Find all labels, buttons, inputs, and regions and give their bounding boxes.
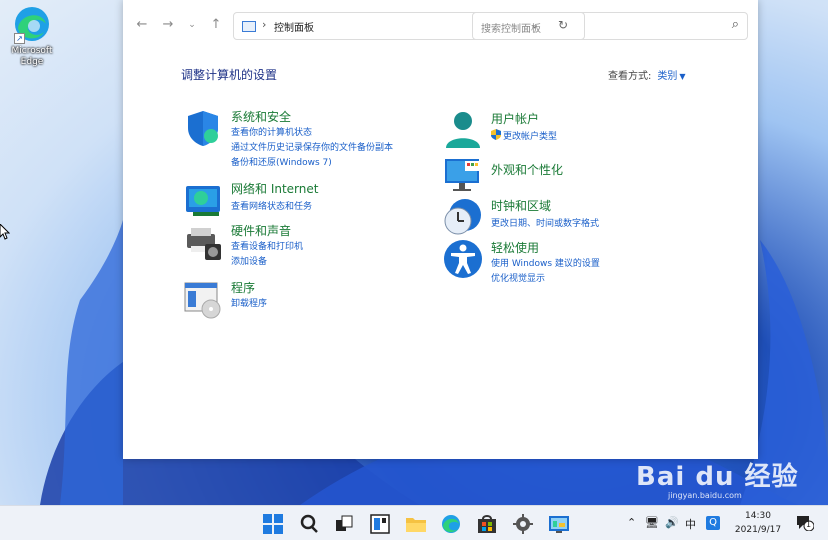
baidu-watermark-url: jingyan.baidu.com (668, 491, 742, 500)
category-system-security: 系统和安全 查看你的计算机状态 通过文件历史记录保存你的文件备份副本 备份和还原… (183, 108, 433, 168)
link-backup-restore[interactable]: 备份和还原(Windows 7) (231, 155, 332, 168)
search-placeholder: 搜索控制面板 (481, 24, 541, 35)
category-title[interactable]: 程序 (231, 279, 255, 296)
task-view-icon[interactable] (333, 513, 355, 535)
control-panel-taskbar-icon[interactable] (548, 513, 570, 535)
mouse-cursor-icon (0, 224, 10, 240)
clock-date: 2021/9/17 (734, 525, 782, 535)
tray-volume-icon[interactable]: 🔊 (665, 516, 679, 529)
link-uninstall[interactable]: 卸载程序 (231, 296, 267, 309)
view-by-value[interactable]: 类别 (657, 71, 677, 82)
category-title[interactable]: 系统和安全 (231, 108, 291, 125)
shield-icon (188, 111, 218, 146)
toolbar: ← → ⌄ ↑ › 控制面板 ⌄ ↻ 搜索控制面板 ⌕ (123, 0, 758, 52)
edge-taskbar-icon[interactable] (440, 513, 462, 535)
category-user-accounts: 用户帐户 更改帐户类型 (443, 110, 693, 150)
link-network-status[interactable]: 查看网络状态和任务 (231, 199, 312, 212)
search-input[interactable]: 搜索控制面板 ⌕ (472, 12, 748, 40)
clock-globe-icon (444, 199, 481, 235)
notification-icon[interactable]: 1 (796, 515, 815, 532)
file-explorer-icon[interactable] (405, 513, 427, 535)
up-button[interactable]: ↑ (207, 16, 225, 34)
back-button[interactable]: ← (133, 16, 151, 34)
tray-overflow-chevron-icon[interactable]: ⌃ (627, 516, 636, 529)
category-appearance: 外观和个性化 (443, 155, 693, 191)
tray-app-q-icon[interactable]: Q (706, 516, 720, 530)
taskbar: ⌃ 🖥 🔊 中 Q 14:30 2021/9/17 1 (0, 505, 828, 540)
breadcrumb-path[interactable]: 控制面板 (274, 19, 314, 34)
network-icon (186, 186, 220, 216)
user-icon (446, 112, 480, 148)
forward-button[interactable]: → (159, 16, 177, 34)
link-view-status[interactable]: 查看你的计算机状态 (231, 125, 312, 138)
shortcut-arrow-icon: ↗ (14, 33, 25, 44)
category-title[interactable]: 网络和 Internet (231, 180, 318, 197)
link-devices-printers[interactable]: 查看设备和打印机 (231, 239, 303, 252)
link-file-history[interactable]: 通过文件历史记录保存你的文件备份副本 (231, 140, 393, 153)
tray-ime-icon[interactable]: 中 (685, 516, 696, 532)
baidu-watermark: Bai du 经验 (636, 462, 799, 492)
category-title[interactable]: 时钟和区域 (491, 197, 551, 214)
category-programs: 程序 卸载程序 (183, 279, 433, 319)
programs-icon (184, 282, 221, 319)
store-icon[interactable] (476, 513, 498, 535)
accessibility-icon (444, 240, 482, 278)
desktop-icon-edge[interactable]: ↗ Microsoft Edge (4, 4, 60, 68)
link-optimize-visual-display[interactable]: 优化视觉显示 (491, 271, 545, 284)
category-hardware-sound: 硬件和声音 查看设备和打印机 添加设备 (183, 222, 433, 268)
view-by-label: 查看方式: (608, 71, 652, 82)
notification-count: 1 (806, 520, 812, 529)
edge-logo-icon: ↗ (12, 4, 52, 44)
category-title[interactable]: 用户帐户 (491, 110, 539, 127)
link-date-time-format[interactable]: 更改日期、时间或数字格式 (491, 216, 599, 229)
widgets-icon[interactable] (369, 513, 391, 535)
recent-dropdown-button[interactable]: ⌄ (183, 16, 201, 34)
printer-icon (187, 228, 221, 260)
taskbar-clock[interactable]: 14:30 2021/9/17 (732, 509, 784, 537)
breadcrumb-chevron-icon: › (262, 18, 267, 31)
view-by-caret-icon[interactable]: ▼ (679, 72, 685, 81)
category-title[interactable]: 外观和个性化 (491, 161, 563, 178)
category-title[interactable]: 轻松使用 (491, 239, 539, 256)
category-network-internet: 网络和 Internet 查看网络状态和任务 (183, 180, 433, 220)
link-windows-suggested-settings[interactable]: 使用 Windows 建议的设置 (491, 256, 600, 269)
monitor-icon (445, 159, 479, 191)
tray-network-icon[interactable]: 🖥 (645, 516, 659, 529)
category-clock-region: 时钟和区域 更改日期、时间或数字格式 (443, 197, 693, 237)
clock-time: 14:30 (745, 511, 771, 521)
search-icon[interactable]: ⌕ (732, 17, 739, 32)
category-title[interactable]: 硬件和声音 (231, 222, 291, 239)
view-by-control[interactable]: 查看方式: 类别 ▼ (608, 67, 686, 82)
desktop-icon-label: Microsoft Edge (11, 46, 53, 67)
link-add-device[interactable]: 添加设备 (231, 254, 267, 267)
page-title: 调整计算机的设置 (181, 68, 278, 82)
uac-shield-icon (491, 129, 501, 143)
search-taskbar-icon[interactable] (298, 513, 320, 535)
settings-gear-icon[interactable] (512, 513, 534, 535)
control-panel-window: ← → ⌄ ↑ › 控制面板 ⌄ ↻ 搜索控制面板 ⌕ 调整计算机的设置 查看方… (123, 0, 758, 459)
category-ease-of-access: 轻松使用 使用 Windows 建议的设置 优化视觉显示 (443, 239, 693, 285)
start-icon[interactable] (262, 513, 284, 535)
link-change-account-type[interactable]: 更改帐户类型 (503, 129, 557, 142)
control-panel-icon (242, 21, 256, 32)
